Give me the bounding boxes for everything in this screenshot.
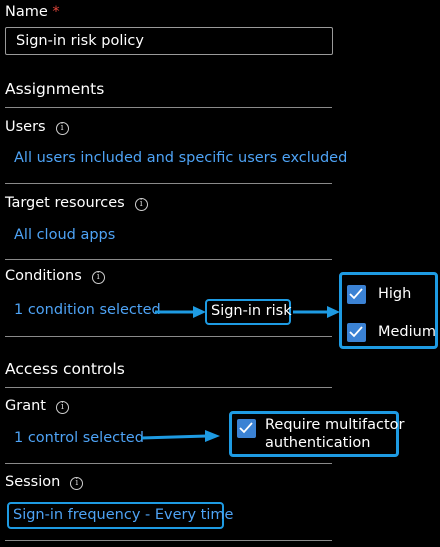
users-label-text: Users — [5, 119, 46, 135]
divider — [5, 259, 332, 260]
target-resources-label: Target resources i — [5, 195, 148, 211]
medium-label: Medium — [378, 324, 436, 340]
grant-controls-link[interactable]: 1 control selected — [14, 430, 144, 446]
users-selection-link[interactable]: All users included and specific users ex… — [14, 150, 347, 166]
arrow-right-icon — [141, 430, 220, 442]
risk-level-high[interactable]: High — [347, 285, 411, 308]
sign-in-risk-text: Sign-in risk — [211, 303, 292, 319]
risk-levels-callout: High Medium — [339, 272, 438, 349]
info-icon[interactable]: i — [70, 477, 84, 490]
divider — [5, 387, 332, 388]
mfa-label-line1: Require multifactor — [265, 417, 405, 433]
divider — [5, 336, 332, 337]
policy-name-input[interactable] — [5, 27, 333, 55]
conditions-label-text: Conditions — [5, 268, 82, 284]
session-callout: Sign-in frequency - Every time — [7, 502, 233, 529]
high-label: High — [378, 286, 412, 302]
target-resources-link[interactable]: All cloud apps — [14, 227, 115, 243]
users-label: Users i — [5, 119, 69, 135]
session-label-text: Session — [5, 474, 61, 490]
require-mfa-callout: Require multifactor authentication — [229, 411, 404, 457]
checkbox-checked-icon[interactable] — [347, 323, 366, 342]
grant-label-text: Grant — [5, 398, 46, 414]
info-icon[interactable]: i — [55, 401, 69, 414]
info-icon[interactable]: i — [55, 122, 69, 135]
risk-level-medium[interactable]: Medium — [347, 323, 436, 346]
info-icon[interactable]: i — [91, 271, 105, 284]
mfa-label-line2: authentication — [265, 435, 371, 451]
divider — [5, 463, 332, 464]
info-icon[interactable]: i — [134, 198, 148, 211]
divider — [5, 107, 332, 108]
session-label: Session i — [5, 474, 84, 490]
checkbox-checked-icon[interactable] — [237, 419, 256, 438]
arrow-right-icon — [293, 306, 340, 318]
conditions-label: Conditions i — [5, 268, 105, 284]
divider — [5, 183, 332, 184]
session-link[interactable]: Sign-in frequency - Every time — [13, 507, 233, 523]
name-field-label: Name * — [5, 4, 60, 20]
access-controls-heading: Access controls — [5, 360, 125, 378]
grant-label: Grant i — [5, 398, 69, 414]
target-resources-label-text: Target resources — [5, 195, 125, 211]
divider — [5, 540, 332, 541]
conditions-link[interactable]: 1 condition selected — [14, 302, 161, 318]
checkbox-checked-icon[interactable] — [347, 285, 366, 304]
arrow-right-icon — [155, 306, 206, 318]
sign-in-risk-callout: Sign-in risk — [205, 299, 292, 325]
required-marker: * — [52, 4, 60, 20]
assignments-heading: Assignments — [5, 80, 105, 98]
name-label-text: Name — [5, 4, 48, 20]
